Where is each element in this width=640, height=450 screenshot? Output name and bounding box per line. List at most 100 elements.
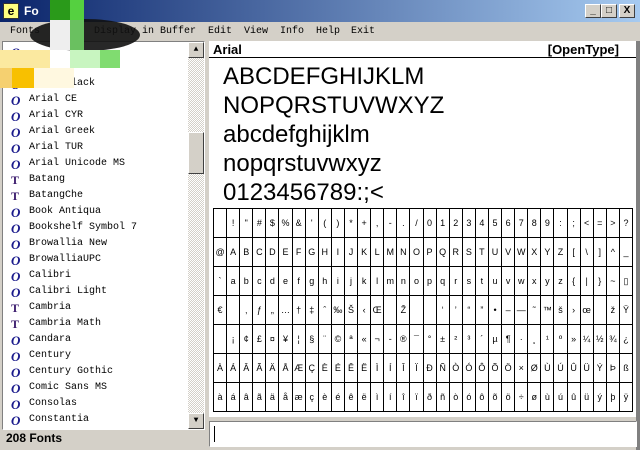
char-cell[interactable]: Ì — [370, 353, 385, 383]
app-icon[interactable]: e — [3, 3, 19, 19]
char-cell[interactable]: “ — [461, 295, 476, 325]
char-cell[interactable]: › — [566, 295, 581, 325]
char-cell[interactable]: ‘ — [435, 295, 450, 325]
char-cell[interactable]: î — [396, 382, 411, 412]
font-list-item[interactable]: O Comic Sans MS — [5, 380, 188, 396]
char-cell[interactable]: O — [409, 237, 424, 267]
font-list-item[interactable]: O Consolas — [5, 396, 188, 412]
font-list-item[interactable]: T Cambria — [5, 300, 188, 316]
char-cell[interactable]: K — [357, 237, 372, 267]
char-cell[interactable]: ì — [370, 382, 385, 412]
char-cell[interactable]: â — [239, 382, 254, 412]
char-cell[interactable]: ñ — [435, 382, 450, 412]
char-cell[interactable]: [ — [566, 237, 581, 267]
char-cell[interactable]: ¼ — [579, 324, 594, 354]
char-cell[interactable]: U — [487, 237, 503, 267]
list-scrollbar[interactable]: ▲ ▼ — [188, 42, 204, 429]
char-cell[interactable]: R — [448, 237, 463, 267]
char-cell[interactable]: ° — [422, 324, 437, 354]
char-cell[interactable]: 8 — [527, 208, 542, 238]
font-list-item[interactable]: O Constantia — [5, 412, 188, 428]
char-cell[interactable]: ’ — [448, 295, 463, 325]
char-cell[interactable]: ‚ — [239, 295, 254, 325]
char-cell[interactable]: o — [409, 266, 424, 296]
font-list-item[interactable]: O Bookshelf Symbol 7 — [5, 220, 188, 236]
char-cell[interactable]: ö — [501, 382, 516, 412]
char-cell[interactable] — [212, 208, 228, 238]
char-cell[interactable]: J — [343, 237, 359, 267]
char-cell[interactable]: Ò — [448, 353, 463, 383]
char-cell[interactable]: Â — [239, 353, 254, 383]
char-cell[interactable] — [383, 295, 398, 325]
char-cell[interactable]: u — [487, 266, 503, 296]
font-list-item[interactable]: O — [5, 60, 188, 76]
char-cell[interactable]: c — [252, 266, 267, 296]
char-cell[interactable]: ª — [343, 324, 359, 354]
char-cell[interactable]: 7 — [514, 208, 529, 238]
char-cell[interactable]: ¨ — [317, 324, 332, 354]
char-cell[interactable]: — — [514, 295, 529, 325]
char-cell[interactable]: Ù — [540, 353, 555, 383]
char-cell[interactable]: õ — [487, 382, 503, 412]
char-cell[interactable]: ž — [605, 295, 620, 325]
char-cell[interactable]: Ê — [343, 353, 359, 383]
char-cell[interactable]: ^ — [605, 237, 620, 267]
char-cell[interactable]: ” — [474, 295, 489, 325]
char-cell[interactable]: ó — [461, 382, 476, 412]
char-cell[interactable]: W — [514, 237, 529, 267]
char-cell[interactable] — [422, 295, 437, 325]
char-cell[interactable]: « — [357, 324, 372, 354]
char-cell[interactable]: ˜ — [527, 295, 542, 325]
char-cell[interactable]: V — [501, 237, 516, 267]
char-cell[interactable]: * — [343, 208, 359, 238]
char-cell[interactable]: È — [317, 353, 332, 383]
char-cell[interactable]: ç — [304, 382, 319, 412]
char-cell[interactable]: ã — [252, 382, 267, 412]
char-cell[interactable]: w — [514, 266, 529, 296]
char-cell[interactable]: £ — [252, 324, 267, 354]
char-cell[interactable]: ¿ — [618, 324, 634, 354]
char-cell[interactable]: @ — [212, 237, 228, 267]
font-list-item[interactable]: O — [5, 44, 188, 60]
font-list-item[interactable]: O Arial CE — [5, 92, 188, 108]
char-cell[interactable]: Ü — [579, 353, 594, 383]
char-cell[interactable]: á — [226, 382, 241, 412]
char-cell[interactable]: Ú — [553, 353, 568, 383]
char-cell[interactable]: º — [553, 324, 568, 354]
char-cell[interactable]: œ — [579, 295, 594, 325]
char-cell[interactable]: ¬ — [370, 324, 385, 354]
char-cell[interactable]: ³ — [461, 324, 476, 354]
char-cell[interactable]: k — [357, 266, 372, 296]
char-cell[interactable]: è — [317, 382, 332, 412]
char-cell[interactable]: ƒ — [252, 295, 267, 325]
char-cell[interactable]: ¡ — [226, 324, 241, 354]
font-list-item[interactable]: O Arial CYR — [5, 108, 188, 124]
char-cell[interactable]: Š — [343, 295, 359, 325]
char-cell[interactable]: > — [605, 208, 620, 238]
char-cell[interactable]: q — [435, 266, 450, 296]
char-cell[interactable]: i — [330, 266, 345, 296]
char-cell[interactable]: I — [330, 237, 345, 267]
char-cell[interactable]: t — [474, 266, 489, 296]
char-cell[interactable]: ² — [448, 324, 463, 354]
char-cell[interactable]: ä — [265, 382, 280, 412]
char-cell[interactable]: L — [370, 237, 385, 267]
menu-info[interactable]: Info — [280, 26, 304, 37]
char-cell[interactable]: x — [527, 266, 542, 296]
char-cell[interactable]: : — [553, 208, 568, 238]
char-cell[interactable]: Q — [435, 237, 450, 267]
font-list-item[interactable]: O Arial Black — [5, 76, 188, 92]
char-cell[interactable]: æ — [291, 382, 306, 412]
char-cell[interactable]: • — [487, 295, 503, 325]
char-cell[interactable]: Á — [226, 353, 241, 383]
char-cell[interactable]: $ — [265, 208, 280, 238]
char-cell[interactable]: © — [330, 324, 345, 354]
char-cell[interactable]: p — [422, 266, 437, 296]
char-cell[interactable]: ¹ — [540, 324, 555, 354]
char-cell[interactable]: ¦ — [291, 324, 306, 354]
char-cell[interactable]: ê — [343, 382, 359, 412]
char-cell[interactable]: É — [330, 353, 345, 383]
char-cell[interactable]: ( — [317, 208, 332, 238]
char-cell[interactable]: ¤ — [265, 324, 280, 354]
char-cell[interactable]: % — [278, 208, 293, 238]
